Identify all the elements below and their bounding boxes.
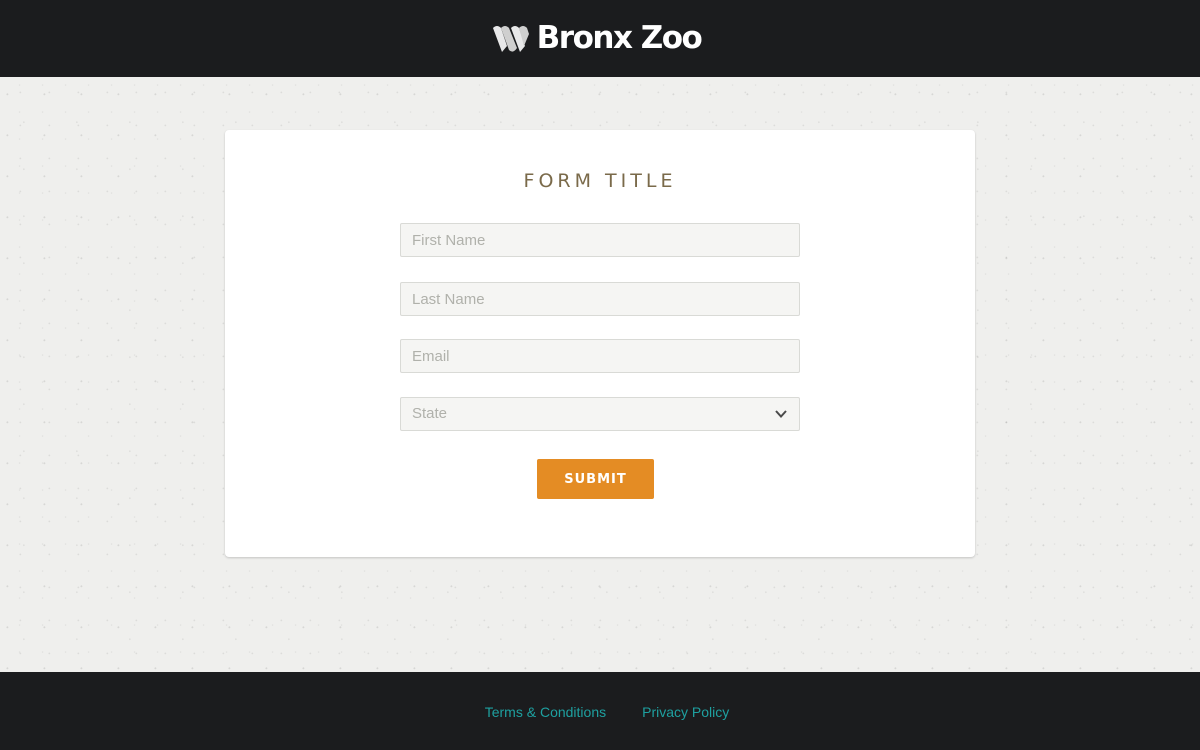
email-field[interactable] (400, 339, 800, 373)
site-footer: Terms & Conditions Privacy Policy (0, 672, 1200, 750)
logo-mark-icon (492, 25, 529, 52)
submit-button[interactable]: SUBMIT (537, 459, 654, 499)
footer-links: Terms & Conditions Privacy Policy (0, 672, 1200, 750)
state-select[interactable]: State (400, 397, 800, 431)
site-header: Bronx Zoo (0, 0, 1200, 77)
brand-name: Bronx Zoo (536, 20, 703, 56)
privacy-policy-link[interactable]: Privacy Policy (642, 704, 729, 720)
form-title: FORM TITLE (523, 170, 677, 192)
brand-logo[interactable]: Bronx Zoo (491, 20, 703, 56)
first-name-field[interactable] (400, 223, 800, 257)
chevron-down-icon (775, 410, 787, 418)
state-select-value: State (412, 405, 448, 422)
terms-conditions-link[interactable]: Terms & Conditions (485, 704, 606, 720)
last-name-field[interactable] (400, 282, 800, 316)
